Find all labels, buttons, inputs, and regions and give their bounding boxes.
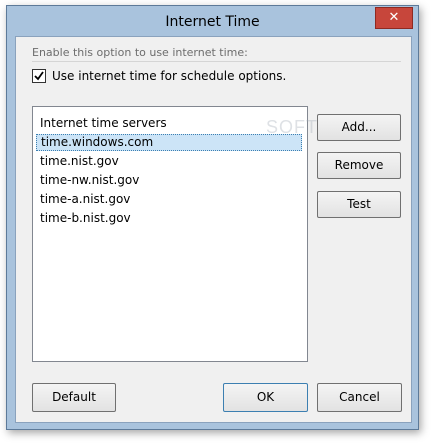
server-list-item[interactable]: time-a.nist.gov: [36, 191, 302, 208]
test-button[interactable]: Test: [317, 191, 401, 218]
internet-time-dialog: Internet Time ✕ Enable this option to us…: [6, 5, 419, 430]
checkmark-icon: [34, 71, 44, 81]
server-list-item[interactable]: time.nist.gov: [36, 153, 302, 170]
option-hint: Enable this option to use internet time:: [32, 46, 248, 59]
cancel-button[interactable]: Cancel: [317, 383, 402, 412]
server-list-item[interactable]: time-b.nist.gov: [36, 210, 302, 227]
server-list-item[interactable]: time.windows.com: [36, 134, 302, 151]
close-button[interactable]: ✕: [375, 7, 413, 29]
time-servers-list[interactable]: Internet time servers time.windows.com ti…: [32, 106, 308, 362]
add-button[interactable]: Add...: [317, 114, 401, 141]
separator: [32, 61, 401, 62]
ok-button[interactable]: OK: [223, 383, 308, 412]
use-internet-time-checkbox[interactable]: [32, 69, 46, 83]
dialog-title: Internet Time: [165, 14, 260, 30]
use-internet-time-label: Use internet time for schedule options.: [52, 69, 287, 83]
title-bar[interactable]: Internet Time ✕: [7, 6, 418, 36]
list-header: Internet time servers: [40, 116, 167, 130]
server-list-item[interactable]: time-nw.nist.gov: [36, 172, 302, 189]
server-items: time.windows.com time.nist.gov time-nw.nis…: [33, 134, 307, 229]
use-internet-time-option[interactable]: Use internet time for schedule options.: [32, 69, 286, 83]
default-button[interactable]: Default: [32, 383, 116, 412]
remove-button[interactable]: Remove: [317, 152, 401, 179]
close-icon: ✕: [388, 10, 400, 25]
dialog-body: Enable this option to use internet time:…: [15, 36, 412, 423]
